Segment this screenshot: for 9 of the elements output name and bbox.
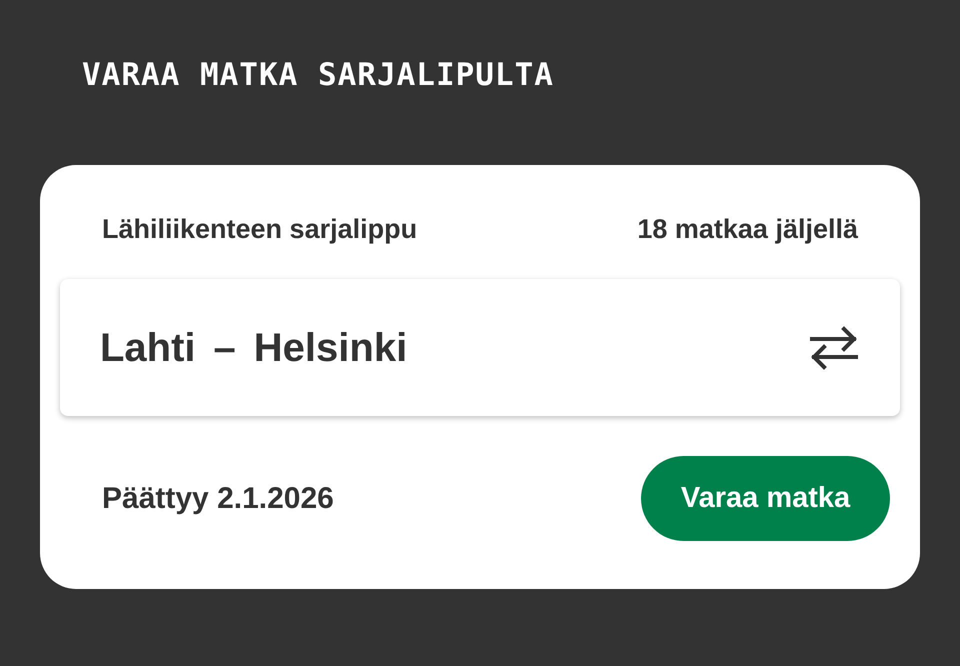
trips-remaining: 18 matkaa jäljellä xyxy=(637,212,858,246)
ticket-name: Lähiliikenteen sarjalippu xyxy=(102,212,418,246)
book-trip-button[interactable]: Varaa matka xyxy=(641,456,890,542)
route-separator: – xyxy=(214,324,236,372)
route-destination: Helsinki xyxy=(254,324,408,372)
route-origin: Lahti xyxy=(100,324,196,372)
swap-arrows-icon[interactable] xyxy=(810,326,858,370)
expiry-date: Päättyy 2.1.2026 xyxy=(102,481,334,518)
page-heading: VARAA MATKA SARJALIPULTA xyxy=(82,56,554,95)
